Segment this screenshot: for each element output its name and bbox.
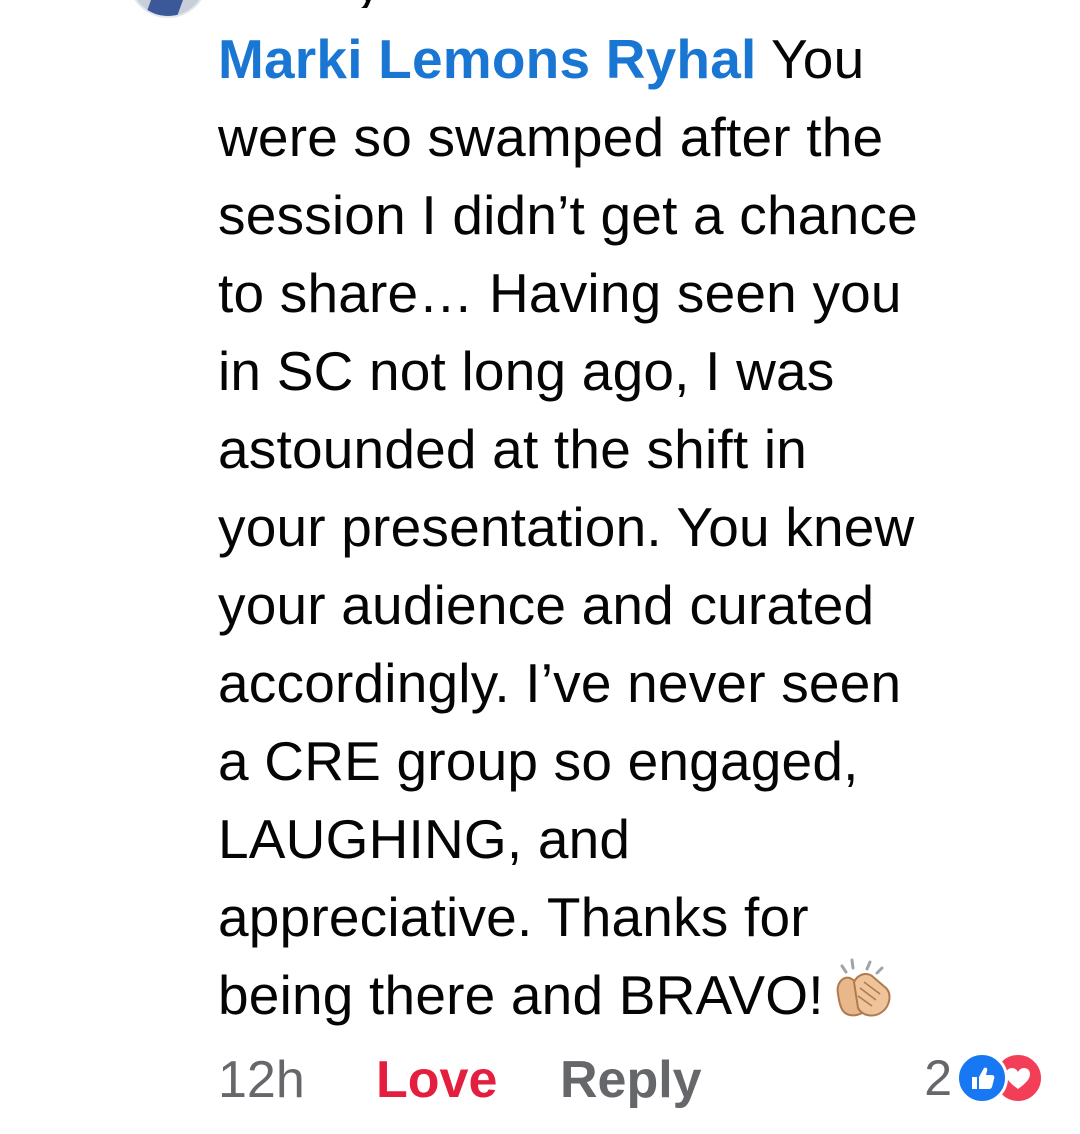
comment-timestamp[interactable]: 12h: [218, 1050, 305, 1110]
comment-text-line: astounded at the shift in: [218, 418, 808, 480]
reaction-icons: [956, 1052, 1044, 1104]
comment-text-line: accordingly. I’ve never seen: [218, 652, 902, 714]
comment-text-line: in SC not long ago, I was: [218, 340, 835, 402]
comment-text-line: to share… Having seen you: [218, 262, 902, 324]
reply-button[interactable]: Reply: [560, 1050, 702, 1110]
reaction-summary[interactable]: 2: [924, 1048, 1044, 1108]
comment-last-line: being there and BRAVO!: [218, 956, 1018, 1034]
author-name-link[interactable]: Marki Lemons Ryhal: [218, 28, 756, 90]
comment-text-line: your presentation. You knew: [218, 496, 915, 558]
reaction-count: 2: [924, 1050, 952, 1106]
like-icon: [956, 1052, 1008, 1104]
comment-actions: 12h Love Reply 2: [218, 1042, 1048, 1122]
comment-text: being there and BRAVO!: [218, 964, 824, 1026]
comment-text-line: LAUGHING, and: [218, 808, 631, 870]
cropped-name-fragment: y: [355, 0, 383, 8]
comment-text-line: a CRE group so engaged,: [218, 730, 859, 792]
comment-text: You: [756, 28, 865, 90]
comment-text-line: appreciative. Thanks for: [218, 886, 809, 948]
commenter-avatar[interactable]: [128, 0, 208, 18]
comment-text-line: session I didn’t get a chance: [218, 184, 918, 246]
love-reaction-button[interactable]: Love: [376, 1050, 497, 1110]
comment-view: y Marki Lemons Ryhal You were so swamped…: [0, 0, 1080, 1134]
comment-body: Marki Lemons Ryhal You were so swamped a…: [218, 20, 1018, 1034]
comment-first-line: Marki Lemons Ryhal You: [218, 20, 1018, 98]
comment-text-line: were so swamped after the: [218, 106, 884, 168]
clapping-hands-icon: [830, 958, 898, 1020]
comment-text-line: your audience and curated: [218, 574, 875, 636]
